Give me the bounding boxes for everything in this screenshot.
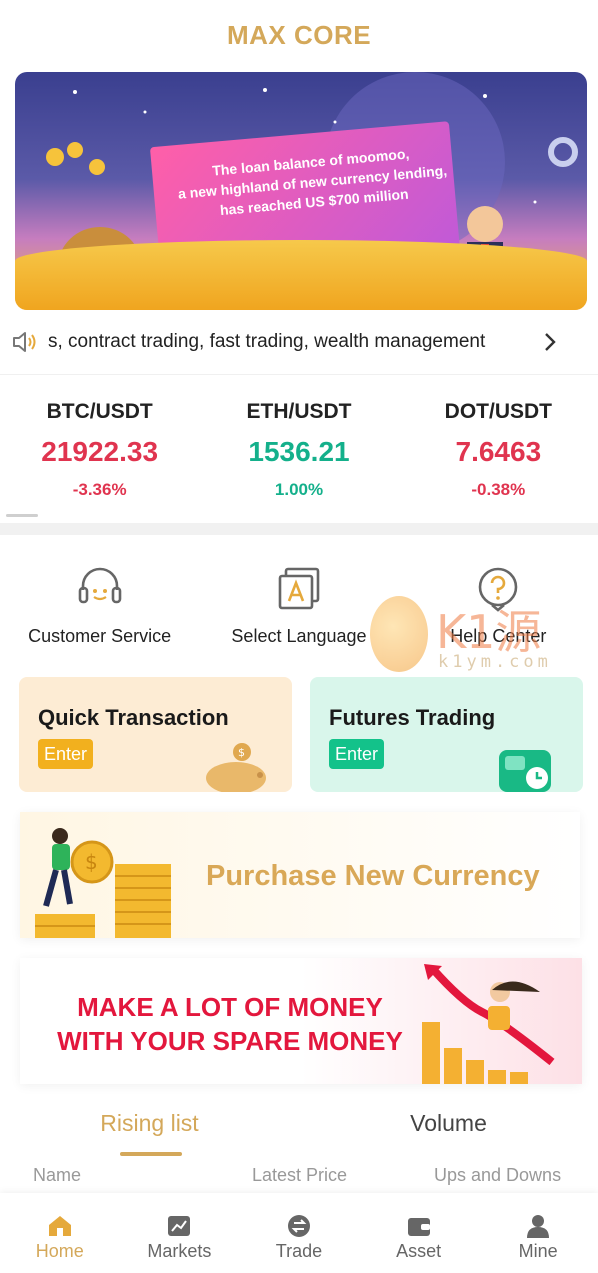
ticker-price: 7.6463	[455, 436, 542, 467]
quick-link-help-center[interactable]: Help Center	[399, 566, 598, 656]
home-icon	[47, 1213, 73, 1239]
quick-link-select-language[interactable]: Select Language	[199, 566, 398, 656]
nav-home[interactable]: Home	[0, 1193, 120, 1273]
column-header-name: Name	[33, 1165, 82, 1185]
banner-line: WITH YOUR SPARE MONEY	[57, 1026, 403, 1056]
quick-links: Customer Service Select Language Help Ce…	[0, 566, 598, 656]
ticker-pair: DOT/USDT	[444, 400, 552, 423]
active-tab-indicator	[120, 1152, 182, 1156]
divider	[0, 374, 598, 375]
chevron-right-icon[interactable]	[520, 318, 580, 366]
list-column-headers: Name Latest Price Ups and Downs	[0, 1165, 598, 1189]
ticker-change: -3.36%	[72, 480, 127, 499]
nav-trade[interactable]: Trade	[239, 1193, 359, 1273]
tab-volume[interactable]: Volume	[299, 1110, 598, 1160]
markets-icon	[166, 1213, 192, 1239]
wallet-clock-icon	[499, 750, 551, 792]
trade-icon	[286, 1213, 312, 1239]
quick-link-label: Customer Service	[28, 626, 172, 646]
spare-money-banner[interactable]: MAKE A LOT OF MONEY WITH YOUR SPARE MONE…	[20, 958, 582, 1084]
ticker-pair: ETH/USDT	[246, 400, 352, 423]
card-title: Futures Trading	[329, 705, 496, 730]
column-header-ups-and-downs: Ups and Downs	[434, 1165, 562, 1185]
help-icon	[475, 566, 521, 612]
speaker-icon	[0, 318, 48, 366]
banner-line: MAKE A LOT OF MONEY	[77, 992, 383, 1022]
list-tabs: Rising list Volume	[0, 1110, 598, 1160]
column-header-latest-price: Latest Price	[252, 1165, 348, 1185]
nav-label: Mine	[518, 1241, 558, 1261]
ticker-change: 1.00%	[274, 480, 324, 499]
falling-chart-art	[422, 964, 555, 1084]
nav-asset[interactable]: Asset	[359, 1193, 479, 1273]
quick-transaction-card[interactable]: Quick Transaction Enter $	[19, 677, 292, 792]
nav-label: Trade	[275, 1241, 323, 1261]
card-title: Quick Transaction	[38, 705, 229, 730]
banner-sand	[15, 240, 587, 310]
ticker-price: 21922.33	[41, 436, 159, 467]
quick-link-customer-service[interactable]: Customer Service	[0, 566, 199, 656]
piggy-bank-icon: $	[206, 743, 266, 792]
bottom-nav: Home Markets Trade Asset Mine	[0, 1193, 598, 1273]
svg-text:$: $	[238, 746, 245, 759]
notice-text: s, contract trading, fast trading, wealt…	[48, 331, 486, 352]
app-title: MAX CORE	[226, 19, 372, 50]
ticker-btc[interactable]: BTC/USDT 21922.33 -3.36%	[0, 392, 199, 512]
quick-transaction-enter-button[interactable]: Enter	[38, 739, 94, 769]
ticker-pair: BTC/USDT	[46, 400, 153, 423]
ticker-change: -0.38%	[471, 480, 526, 499]
app-header: MAX CORE	[0, 0, 598, 70]
feature-cards: Quick Transaction Enter $ Futures Tradin…	[19, 677, 583, 792]
notice-bar[interactable]: s, contract trading, fast trading, wealt…	[0, 318, 598, 366]
nav-label: Markets	[147, 1241, 212, 1261]
futures-trading-enter-button[interactable]: Enter	[329, 739, 385, 769]
purchase-label: Purchase New Currency	[206, 860, 540, 892]
ticker-dot[interactable]: DOT/USDT 7.6463 -0.38%	[399, 392, 598, 512]
promo-banner[interactable]: $ The loan balance of moomoo, a new high…	[15, 72, 587, 310]
ticker-scroll-indicator	[6, 514, 38, 517]
purchase-new-currency-banner[interactable]: $ Purchase New Currency	[20, 812, 580, 938]
ticker-price: 1536.21	[248, 436, 350, 467]
nav-label: Asset	[396, 1241, 442, 1261]
ticker-eth[interactable]: ETH/USDT 1536.21 1.00%	[199, 392, 398, 512]
nav-markets[interactable]: Markets	[120, 1193, 240, 1273]
coin-stack-art: $	[35, 828, 171, 938]
nav-label: Home	[35, 1241, 84, 1261]
quick-link-label: Help Center	[450, 626, 547, 646]
futures-trading-card[interactable]: Futures Trading Enter	[310, 677, 583, 792]
section-gap	[0, 523, 598, 535]
nav-mine[interactable]: Mine	[478, 1193, 598, 1273]
quick-link-label: Select Language	[231, 626, 367, 646]
wallet-icon	[406, 1213, 432, 1239]
ticker-row: BTC/USDT 21922.33 -3.36% ETH/USDT 1536.2…	[0, 392, 598, 512]
headset-icon	[77, 566, 123, 612]
language-icon	[276, 566, 322, 612]
svg-text:$: $	[85, 850, 98, 874]
user-icon	[525, 1213, 551, 1239]
